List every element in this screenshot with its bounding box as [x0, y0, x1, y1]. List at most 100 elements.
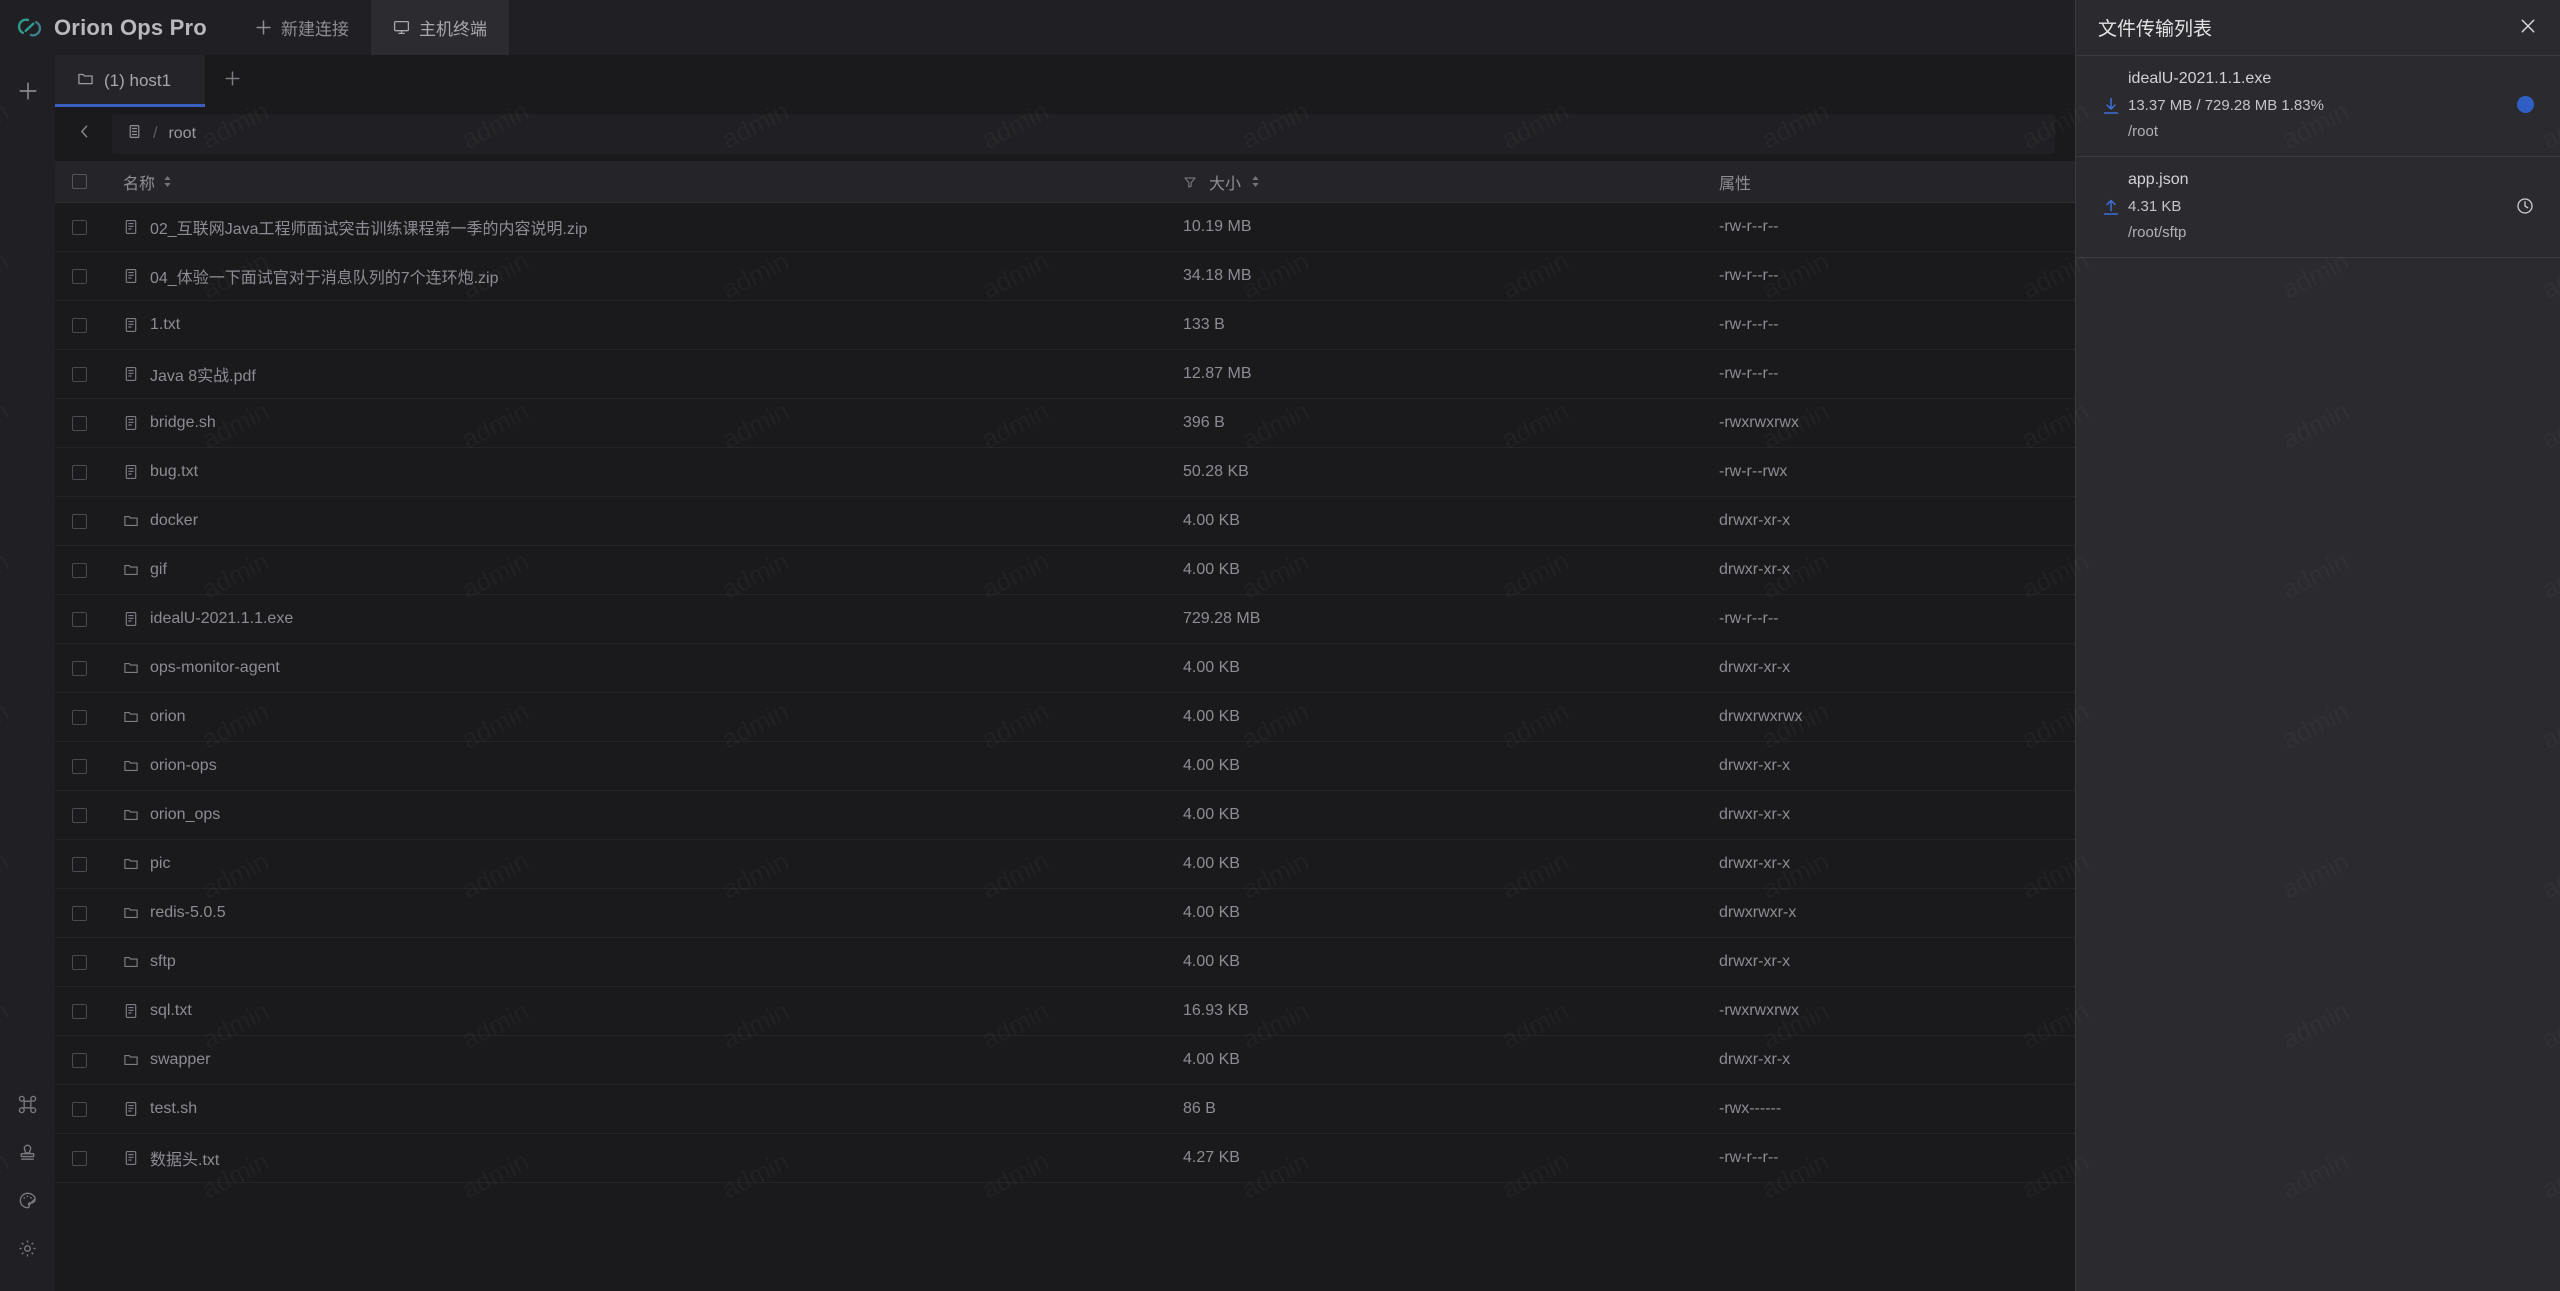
row-checkbox[interactable] [72, 710, 87, 725]
cell-attr: drwxr-xr-x [1713, 757, 2075, 775]
column-header-name[interactable]: 名称 [103, 170, 1183, 194]
table-row[interactable]: 04_体验一下面试官对于消息队列的7个连环炮.zip34.18 MB-rw-r-… [55, 252, 2075, 301]
table-row[interactable]: redis-5.0.54.00 KBdrwxrwxr-x [55, 889, 2075, 938]
filter-icon[interactable] [1183, 175, 1197, 189]
cell-name[interactable]: 04_体验一下面试官对于消息队列的7个连环炮.zip [103, 264, 1183, 288]
table-row[interactable]: orion_ops4.00 KBdrwxr-xr-x [55, 791, 2075, 840]
row-checkbox[interactable] [72, 416, 87, 431]
table-row[interactable]: idealU-2021.1.1.exe729.28 MB-rw-r--r-- [55, 595, 2075, 644]
path-bar: / root [55, 107, 2075, 161]
table-row[interactable]: Java 8实战.pdf12.87 MB-rw-r--r-- [55, 350, 2075, 399]
row-select-cell [55, 1004, 103, 1019]
cell-name[interactable]: Java 8实战.pdf [103, 362, 1183, 386]
cell-name[interactable]: bug.txt [103, 463, 1183, 481]
row-checkbox[interactable] [72, 1102, 87, 1117]
progress-circle-icon[interactable] [2508, 96, 2542, 113]
cell-name[interactable]: sql.txt [103, 1002, 1183, 1020]
transfer-item[interactable]: app.json4.31 KB/root/sftp [2076, 157, 2560, 258]
cell-name-label: idealU-2021.1.1.exe [150, 610, 293, 628]
cell-name[interactable]: 1.txt [103, 316, 1183, 334]
row-checkbox[interactable] [72, 318, 87, 333]
column-header-attr: 属性 [1713, 170, 2075, 194]
table-row[interactable]: gif4.00 KBdrwxr-xr-x [55, 546, 2075, 595]
column-header-size[interactable]: 大小 [1183, 170, 1713, 194]
path-segment-root[interactable]: root [168, 125, 196, 143]
close-icon[interactable] [2514, 14, 2542, 42]
cell-name[interactable]: 数据头.txt [103, 1146, 1183, 1170]
cell-name[interactable]: orion [103, 708, 1183, 726]
rail-add-button[interactable] [0, 69, 55, 117]
table-row[interactable]: sql.txt16.93 KB-rwxrwxrwx [55, 987, 2075, 1036]
cell-name[interactable]: test.sh [103, 1100, 1183, 1118]
new-connection-button[interactable]: 新建连接 [233, 0, 371, 55]
row-select-cell [55, 661, 103, 676]
cell-name[interactable]: 02_互联网Java工程师面试突击训练课程第一季的内容说明.zip [103, 215, 1183, 239]
row-checkbox[interactable] [72, 465, 87, 480]
cell-name[interactable]: swapper [103, 1051, 1183, 1069]
add-tab-button[interactable] [205, 55, 259, 107]
cell-attr: drwxrwxr-x [1713, 904, 2075, 922]
row-checkbox[interactable] [72, 367, 87, 382]
row-checkbox[interactable] [72, 220, 87, 235]
row-select-cell [55, 1151, 103, 1166]
table-row[interactable]: 1.txt133 B-rw-r--r-- [55, 301, 2075, 350]
transfer-path: /root [2128, 123, 2508, 140]
row-checkbox[interactable] [72, 808, 87, 823]
row-checkbox[interactable] [72, 955, 87, 970]
row-checkbox[interactable] [72, 1151, 87, 1166]
path-input[interactable]: / root [112, 114, 2055, 154]
path-back-button[interactable] [62, 114, 106, 154]
cell-name[interactable]: pic [103, 855, 1183, 873]
row-checkbox[interactable] [72, 563, 87, 578]
file-tab-host1[interactable]: (1) host1 [55, 55, 205, 107]
row-checkbox[interactable] [72, 612, 87, 627]
table-row[interactable]: sftp4.00 KBdrwxr-xr-x [55, 938, 2075, 987]
table-row[interactable]: docker4.00 KBdrwxr-xr-x [55, 497, 2075, 546]
host-terminal-button[interactable]: 主机终端 [371, 0, 509, 55]
select-all-checkbox[interactable] [72, 174, 87, 189]
rail-item-stamp[interactable] [0, 1131, 55, 1179]
table-row[interactable]: pic4.00 KBdrwxr-xr-x [55, 840, 2075, 889]
file-icon [123, 219, 139, 235]
row-checkbox[interactable] [72, 514, 87, 529]
cell-name[interactable]: ops-monitor-agent [103, 659, 1183, 677]
cell-name[interactable]: bridge.sh [103, 414, 1183, 432]
sort-icon[interactable] [163, 175, 172, 188]
table-row[interactable]: bug.txt50.28 KB-rw-r--rwx [55, 448, 2075, 497]
cell-size: 4.00 KB [1183, 757, 1713, 775]
table-row[interactable]: swapper4.00 KBdrwxr-xr-x [55, 1036, 2075, 1085]
rail-item-settings[interactable] [0, 1227, 55, 1275]
file-icon [123, 1101, 139, 1117]
row-select-cell [55, 759, 103, 774]
row-checkbox[interactable] [72, 906, 87, 921]
table-row[interactable]: orion-ops4.00 KBdrwxr-xr-x [55, 742, 2075, 791]
cell-name[interactable]: sftp [103, 953, 1183, 971]
cell-name[interactable]: orion_ops [103, 806, 1183, 824]
row-checkbox[interactable] [72, 759, 87, 774]
clock-icon[interactable] [2508, 197, 2542, 220]
cell-name-label: swapper [150, 1051, 210, 1069]
rail-item-command[interactable] [0, 1083, 55, 1131]
cell-name[interactable]: orion-ops [103, 757, 1183, 775]
table-row[interactable]: 数据头.txt4.27 KB-rw-r--r-- [55, 1134, 2075, 1183]
table-row[interactable]: 02_互联网Java工程师面试突击训练课程第一季的内容说明.zip10.19 M… [55, 203, 2075, 252]
row-checkbox[interactable] [72, 1004, 87, 1019]
row-checkbox[interactable] [72, 269, 87, 284]
sort-icon[interactable] [1251, 175, 1260, 188]
transfer-item[interactable]: idealU-2021.1.1.exe13.37 MB / 729.28 MB … [2076, 56, 2560, 157]
rail-item-theme[interactable] [0, 1179, 55, 1227]
cell-name[interactable]: redis-5.0.5 [103, 904, 1183, 922]
table-row[interactable]: orion4.00 KBdrwxrwxrwx [55, 693, 2075, 742]
row-checkbox[interactable] [72, 1053, 87, 1068]
plus-icon [17, 80, 39, 107]
table-row[interactable]: ops-monitor-agent4.00 KBdrwxr-xr-x [55, 644, 2075, 693]
cell-name[interactable]: gif [103, 561, 1183, 579]
cell-name[interactable]: docker [103, 512, 1183, 530]
row-checkbox[interactable] [72, 857, 87, 872]
cell-attr: -rw-r--r-- [1713, 1149, 2075, 1167]
row-checkbox[interactable] [72, 661, 87, 676]
table-row[interactable]: bridge.sh396 B-rwxrwxrwx [55, 399, 2075, 448]
file-icon [123, 366, 139, 382]
cell-name[interactable]: idealU-2021.1.1.exe [103, 610, 1183, 628]
table-row[interactable]: test.sh86 B-rwx------ [55, 1085, 2075, 1134]
